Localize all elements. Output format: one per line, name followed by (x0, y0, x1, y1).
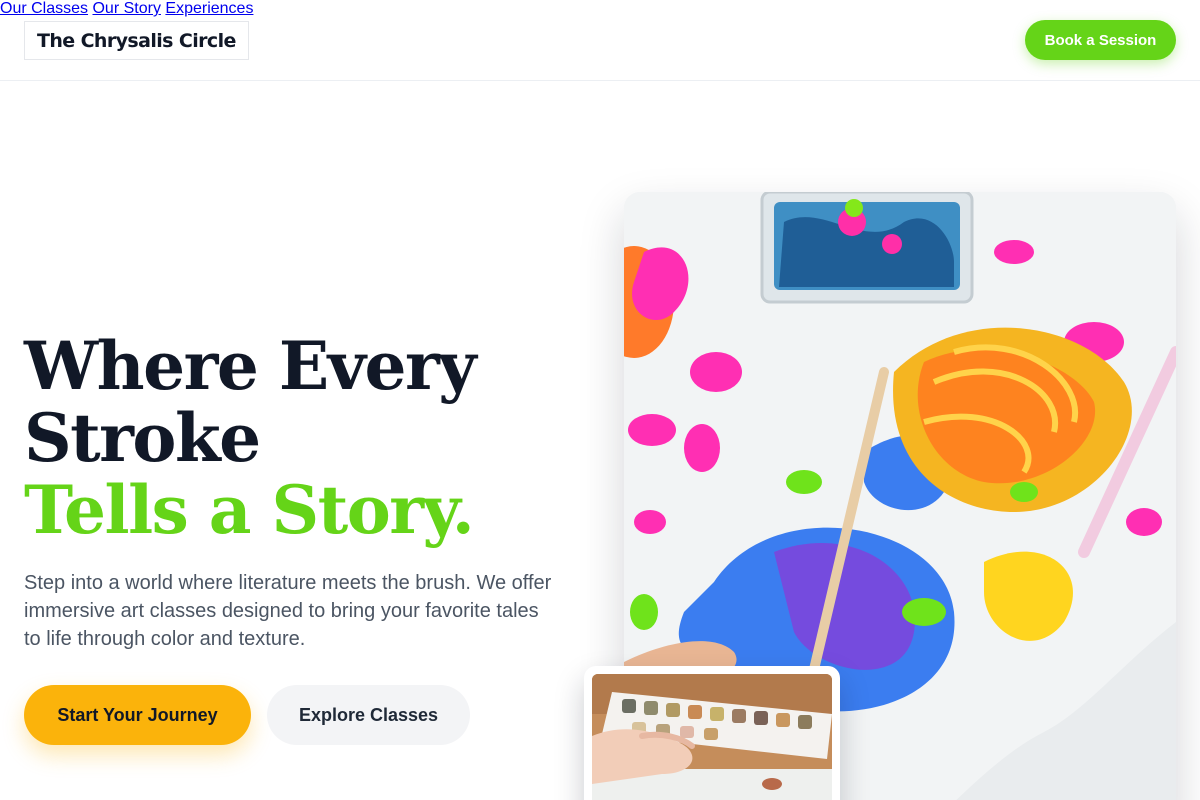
watercolor-image-card (584, 666, 840, 800)
hero-title-accent: Tells a Story. (24, 471, 475, 549)
hero-title: Where Every Stroke Tells a Story. (24, 330, 584, 546)
nav-link-experiences[interactable]: Experiences (165, 0, 253, 17)
main-nav: Our Classes Our Story Experiences (0, 0, 1200, 18)
nav-link-our-story[interactable]: Our Story (92, 0, 160, 17)
start-journey-button[interactable]: Start Your Journey (24, 685, 251, 745)
hero-subtitle: Step into a world where literature meets… (24, 572, 552, 650)
site-logo[interactable]: The Chrysalis Circle (24, 21, 249, 60)
nav-link-our-classes[interactable]: Our Classes (0, 0, 88, 17)
book-session-button[interactable]: Book a Session (1025, 20, 1176, 60)
explore-classes-button[interactable]: Explore Classes (267, 685, 470, 745)
hero-title-line-1: Where Every (24, 327, 477, 405)
hero-title-line-2: Stroke (24, 399, 261, 477)
watercolor-palette-image (592, 674, 832, 800)
site-header: The Chrysalis Circle Our Classes Our Sto… (0, 0, 1200, 81)
watercolor-palette-illustration (592, 674, 832, 800)
